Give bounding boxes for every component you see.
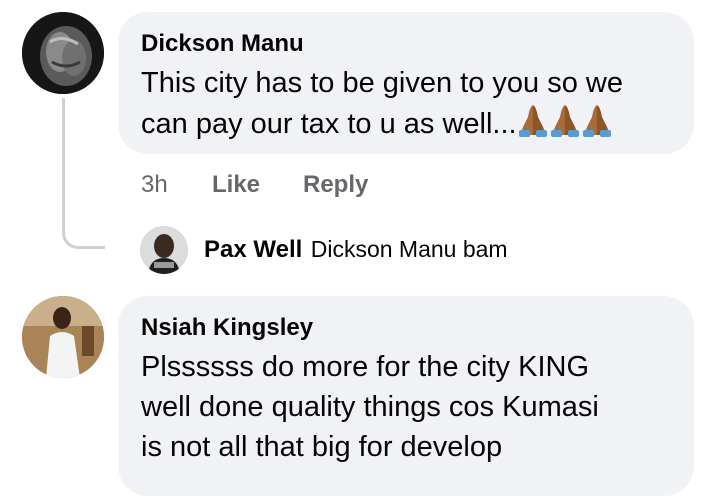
praying-hands-photo: [22, 12, 104, 94]
folded-hands-icon: [517, 103, 549, 137]
reply-button[interactable]: Reply: [303, 171, 368, 199]
comment-timestamp[interactable]: 3h: [141, 171, 168, 199]
avatar-dickson-manu[interactable]: [22, 12, 104, 94]
reply-line: Pax Well Dickson Manu bam: [204, 236, 508, 264]
like-button[interactable]: Like: [212, 171, 260, 199]
profile-photo: [22, 296, 104, 378]
folded-hands-icon: [549, 103, 581, 137]
profile-photo: [140, 226, 188, 274]
avatar-pax-well[interactable]: [140, 226, 188, 274]
thread-connector-line: [62, 98, 105, 249]
comment-author[interactable]: Dickson Manu: [141, 30, 304, 58]
reply-author[interactable]: Pax Well: [204, 236, 302, 263]
reply-text: Dickson Manu bam: [310, 236, 508, 262]
comment-author[interactable]: Nsiah Kingsley: [141, 314, 313, 342]
comment-text: This city has to be given to you so we c…: [141, 67, 623, 140]
folded-hands-icon: [581, 103, 613, 137]
comment-text: Plssssss do more for the city KING well …: [141, 351, 599, 463]
avatar-nsiah-kingsley[interactable]: [22, 296, 104, 378]
